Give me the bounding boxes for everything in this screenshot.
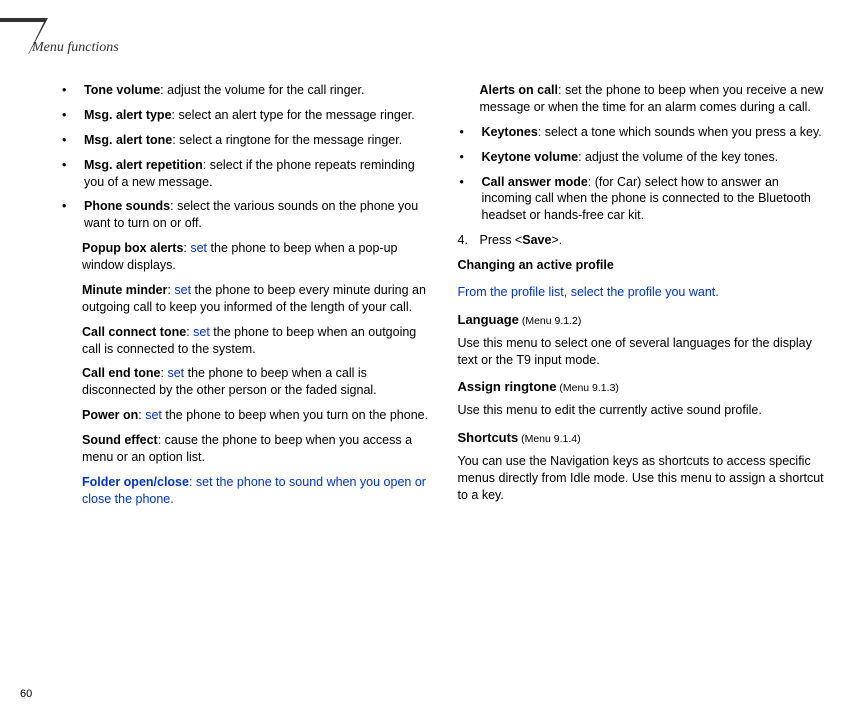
header-title: Menu functions — [32, 40, 119, 56]
step-number: 4. — [458, 232, 480, 249]
sub-power-on: Power on: set the phone to beep when you… — [82, 407, 430, 424]
bullet-keytone-volume: • Keytone volume: adjust the volume of t… — [458, 149, 828, 166]
bullet-text: Msg. alert type: select an alert type fo… — [84, 107, 430, 124]
bullet-dot: • — [458, 174, 482, 225]
bullet-msg-alert-repetition: • Msg. alert repetition: select if the p… — [60, 157, 430, 191]
sub-call-connect-tone: Call connect tone: set the phone to beep… — [82, 324, 430, 358]
bullet-phone-sounds: • Phone sounds: select the various sound… — [60, 198, 430, 232]
bullet-dot: • — [60, 107, 84, 124]
right-column: Alerts on call: set the phone to beep wh… — [458, 82, 828, 516]
bullet-dot: • — [60, 157, 84, 191]
sub-sound-effect: Sound effect: cause the phone to beep wh… — [82, 432, 430, 466]
bullet-text: Keytones: select a tone which sounds whe… — [482, 124, 828, 141]
bullet-dot: • — [458, 149, 482, 166]
step-4: 4. Press <Save>. — [458, 232, 828, 249]
left-column: • Tone volume: adjust the volume for the… — [60, 82, 430, 516]
bullet-text: Msg. alert repetition: select if the pho… — [84, 157, 430, 191]
changing-profile-heading: Changing an active profile — [458, 257, 828, 274]
sub-alerts-on-call: Alerts on call: set the phone to beep wh… — [480, 82, 828, 116]
changing-profile-instruction: From the profile list, select the profil… — [458, 284, 828, 301]
bullet-dot: • — [60, 82, 84, 99]
sub-popup-box-alerts: Popup box alerts: set the phone to beep … — [82, 240, 430, 274]
assign-ringtone-heading: Assign ringtone (Menu 9.1.3) — [458, 378, 828, 396]
bullet-dot: • — [60, 132, 84, 149]
bullet-text: Tone volume: adjust the volume for the c… — [84, 82, 430, 99]
sub-minute-minder: Minute minder: set the phone to beep eve… — [82, 282, 430, 316]
shortcuts-desc: You can use the Navigation keys as short… — [458, 453, 828, 504]
page-number: 60 — [20, 688, 32, 700]
bullet-call-answer-mode: • Call answer mode: (for Car) select how… — [458, 174, 828, 225]
step-text: Press <Save>. — [480, 232, 563, 249]
bullet-text: Msg. alert tone: select a ringtone for t… — [84, 132, 430, 149]
bullet-tone-volume: • Tone volume: adjust the volume for the… — [60, 82, 430, 99]
bullet-text: Call answer mode: (for Car) select how t… — [482, 174, 828, 225]
sub-call-end-tone: Call end tone: set the phone to beep whe… — [82, 365, 430, 399]
bullet-dot: • — [60, 198, 84, 232]
bullet-keytones: • Keytones: select a tone which sounds w… — [458, 124, 828, 141]
bullet-msg-alert-type: • Msg. alert type: select an alert type … — [60, 107, 430, 124]
bullet-text: Keytone volume: adjust the volume of the… — [482, 149, 828, 166]
bullet-text: Phone sounds: select the various sounds … — [84, 198, 430, 232]
assign-ringtone-desc: Use this menu to edit the currently acti… — [458, 402, 828, 419]
sub-folder-open-close: Folder open/close: set the phone to soun… — [82, 474, 430, 508]
language-heading: Language (Menu 9.1.2) — [458, 311, 828, 329]
bullet-msg-alert-tone: • Msg. alert tone: select a ringtone for… — [60, 132, 430, 149]
shortcuts-heading: Shortcuts (Menu 9.1.4) — [458, 429, 828, 447]
content-area: • Tone volume: adjust the volume for the… — [60, 82, 827, 516]
bullet-dot: • — [458, 124, 482, 141]
language-desc: Use this menu to select one of several l… — [458, 335, 828, 369]
